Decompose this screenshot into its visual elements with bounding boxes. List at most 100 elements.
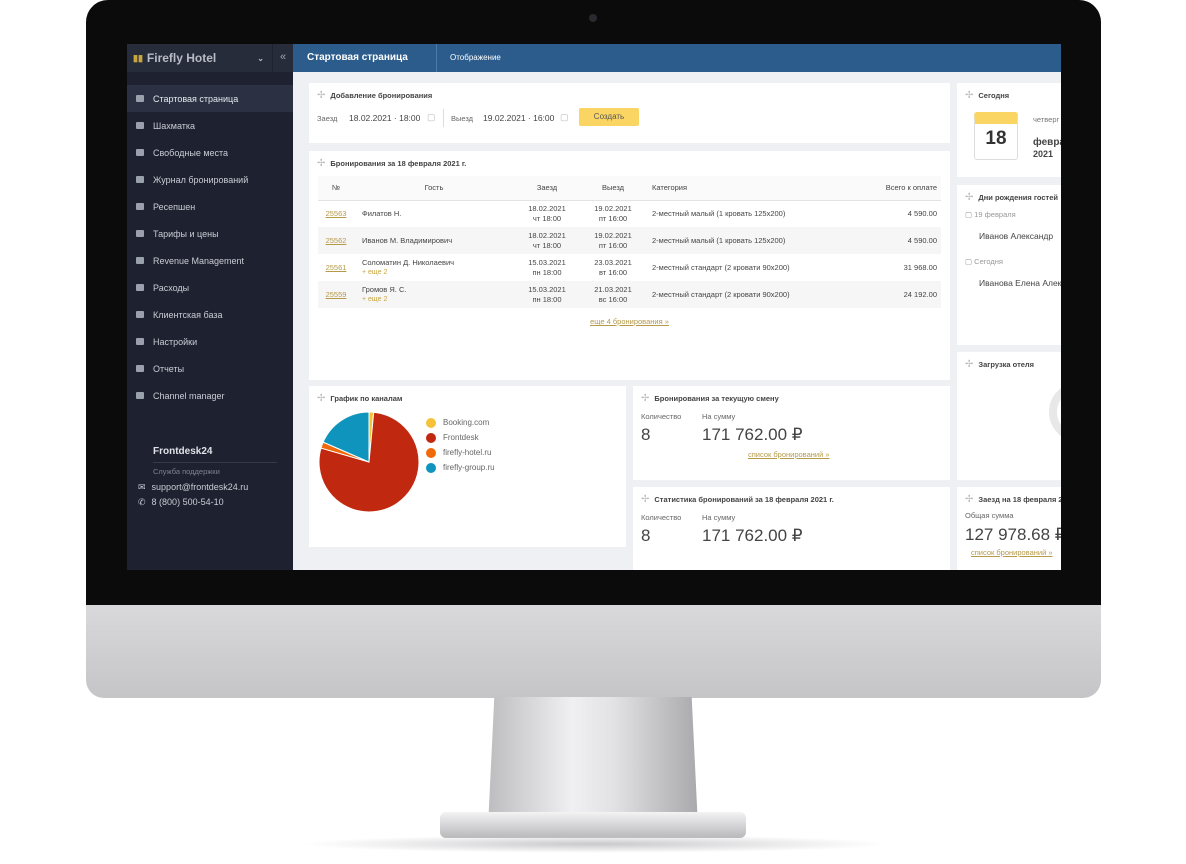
booking-id-link[interactable]: 25559 (326, 290, 347, 299)
hotel-load-card: ✢ Загрузка отеля (957, 352, 1061, 480)
sidebar-item[interactable]: Тарифы и цены (127, 220, 293, 247)
sidebar-item[interactable]: Журнал бронирований (127, 166, 293, 193)
sidebar-item[interactable]: Настройки (127, 328, 293, 355)
checkout-field[interactable]: 19.02.2021 · 16:00 (483, 113, 554, 123)
legend-item[interactable]: Booking.com (426, 415, 495, 430)
booking-id-link[interactable]: 25563 (326, 209, 347, 218)
guest-name: Иванов М. Владимирович (362, 235, 453, 245)
table-row: 25559 Громов Я. С. + еще 2 15.03.2021 пн 1… (318, 281, 941, 308)
bell-icon (136, 203, 144, 210)
count-value: 8 (641, 526, 651, 545)
drag-handle-icon[interactable]: ✢ (965, 359, 973, 370)
birthday-guest[interactable]: Иванова Елена Александровна (979, 278, 1061, 288)
sidebar-item-label: Revenue Management (153, 255, 245, 266)
sum-value: 171 762.00 ₽ (702, 425, 803, 444)
booking-total: 4 590.00 (859, 227, 941, 254)
sidebar-item[interactable]: Клиентская база (127, 301, 293, 328)
sidebar-item-label: Журнал бронирований (153, 174, 249, 185)
count-label: Количество (641, 513, 682, 522)
sidebar-item-label: Channel manager (153, 390, 225, 401)
channels-chart-card: ✢ График по каналам Booking.com Frontdesk f… (309, 386, 626, 547)
calendar-icon[interactable]: ▢ (560, 112, 569, 123)
collapse-sidebar-button[interactable]: « (273, 44, 293, 72)
birthday-date: ▢ 19 февраля (965, 210, 1016, 219)
booking-id-link[interactable]: 25561 (326, 263, 347, 272)
sidebar-item-label: Клиентская база (153, 309, 223, 320)
weekday: четверг (1033, 115, 1060, 124)
sidebar-item[interactable]: Стартовая страница (127, 85, 293, 112)
tab-start-page[interactable]: Стартовая страница (293, 44, 437, 72)
sum-label: На сумму (702, 513, 736, 522)
id-card-icon (136, 311, 144, 318)
checkin-date: 18.02.2021 (528, 230, 566, 240)
booking-total: 31 968.00 (903, 262, 937, 272)
col-checkout: Выезд (580, 176, 646, 201)
card-title: Загрузка отеля (978, 360, 1035, 369)
drag-handle-icon[interactable]: ✢ (965, 192, 973, 203)
chevron-down-icon: ⌄ (257, 53, 264, 63)
birthday-date: ▢ Сегодня (965, 257, 1003, 266)
brand-name: Frontdesk24 (153, 446, 277, 463)
col-total: Всего к оплате (859, 176, 941, 201)
card-title: Бронирования за 18 февраля 2021 г. (330, 159, 467, 168)
tab-display[interactable]: Отображение (450, 53, 501, 62)
drag-handle-icon[interactable]: ✢ (317, 393, 325, 404)
sidebar-item-label: Свободные места (153, 147, 229, 158)
room-category: 2-местный стандарт (2 кровати 90x200) (646, 281, 859, 308)
checkout-time: вс 16:00 (598, 294, 628, 304)
drag-handle-icon[interactable]: ✢ (641, 494, 649, 505)
today-card: ✢ Сегодня 18 четверг февраля 2021 (957, 83, 1061, 177)
booking-id-link[interactable]: 25562 (326, 236, 347, 245)
more-bookings-link[interactable]: еще 4 бронирования » (309, 317, 950, 326)
sidebar-item[interactable]: Расходы (127, 274, 293, 301)
monitor-stand (488, 697, 698, 827)
bookings-list-link[interactable]: список бронирований » (971, 548, 1053, 557)
more-guests-link[interactable]: + еще 2 (362, 268, 514, 278)
sidebar-item[interactable]: Шахматка (127, 112, 293, 139)
bookings-card: ✢ Бронирования за 18 февраля 2021 г. № Го… (309, 151, 950, 380)
support-label: Служба поддержки (153, 467, 220, 476)
drag-handle-icon[interactable]: ✢ (317, 158, 325, 169)
bed-icon (136, 149, 144, 156)
sidebar-item[interactable]: Revenue Management (127, 247, 293, 274)
col-guest: Гость (354, 176, 514, 201)
sidebar-item[interactable]: Ресепшен (127, 193, 293, 220)
sidebar-item-label: Стартовая страница (153, 93, 239, 104)
drag-handle-icon[interactable]: ✢ (965, 90, 973, 101)
legend-item[interactable]: firefly-group.ru (426, 460, 495, 475)
sidebar-item[interactable]: Свободные места (127, 139, 293, 166)
sidebar-item[interactable]: Channel manager (127, 382, 293, 409)
guest-name: Громов Я. С. (362, 284, 407, 294)
drag-handle-icon[interactable]: ✢ (641, 393, 649, 404)
checkin-time: чт 18:00 (532, 240, 562, 250)
mail-icon: ✉ (138, 482, 146, 492)
chart-title: График по каналам (330, 394, 403, 403)
birthday-guest[interactable]: Иванов Александр (979, 231, 1053, 241)
checkout-time: пт 16:00 (598, 213, 628, 223)
legend-item[interactable]: firefly-hotel.ru (426, 445, 495, 460)
create-button[interactable]: Создать (579, 108, 639, 126)
count-label: Количество (641, 412, 682, 421)
checkin-card: ✢ Заезд на 18 февраля 2021 г. Общая сумма… (957, 487, 1061, 570)
bookings-table: № Гость Заезд Выезд Категория Всего к оп… (318, 176, 941, 308)
checkin-time: чт 18:00 (532, 213, 562, 223)
checkin-field[interactable]: 18.02.2021 · 18:00 (349, 113, 420, 123)
room-category: 2-местный малый (1 кровать 125x200) (646, 227, 859, 254)
sidebar-item-label: Расходы (153, 282, 190, 293)
hotel-selector[interactable]: ▮▮ Firefly Hotel ⌄ (127, 44, 272, 72)
legend-item[interactable]: Frontdesk (426, 430, 495, 445)
drag-handle-icon[interactable]: ✢ (317, 90, 325, 101)
add-booking-card: ✢ Добавление бронирования Заезд 18.02.202… (309, 83, 950, 143)
drag-handle-icon[interactable]: ✢ (965, 494, 973, 505)
bookings-list-link[interactable]: список бронирований » (748, 450, 830, 459)
checkin-time: пн 18:00 (532, 294, 562, 304)
calendar-icon[interactable]: ▢ (427, 112, 436, 123)
guest-name: Филатов Н. (362, 208, 402, 218)
more-guests-link[interactable]: + еще 2 (362, 295, 514, 305)
support-email[interactable]: ✉ support@frontdesk24.ru (138, 482, 248, 493)
support-phone[interactable]: ✆ 8 (800) 500-54-10 (138, 497, 224, 508)
camera (589, 14, 597, 22)
chart-legend: Booking.com Frontdesk firefly-hotel.ru fire… (426, 415, 495, 475)
sidebar-item[interactable]: Отчеты (127, 355, 293, 382)
top-navigation: Стартовая страница Отображение (293, 44, 1061, 72)
